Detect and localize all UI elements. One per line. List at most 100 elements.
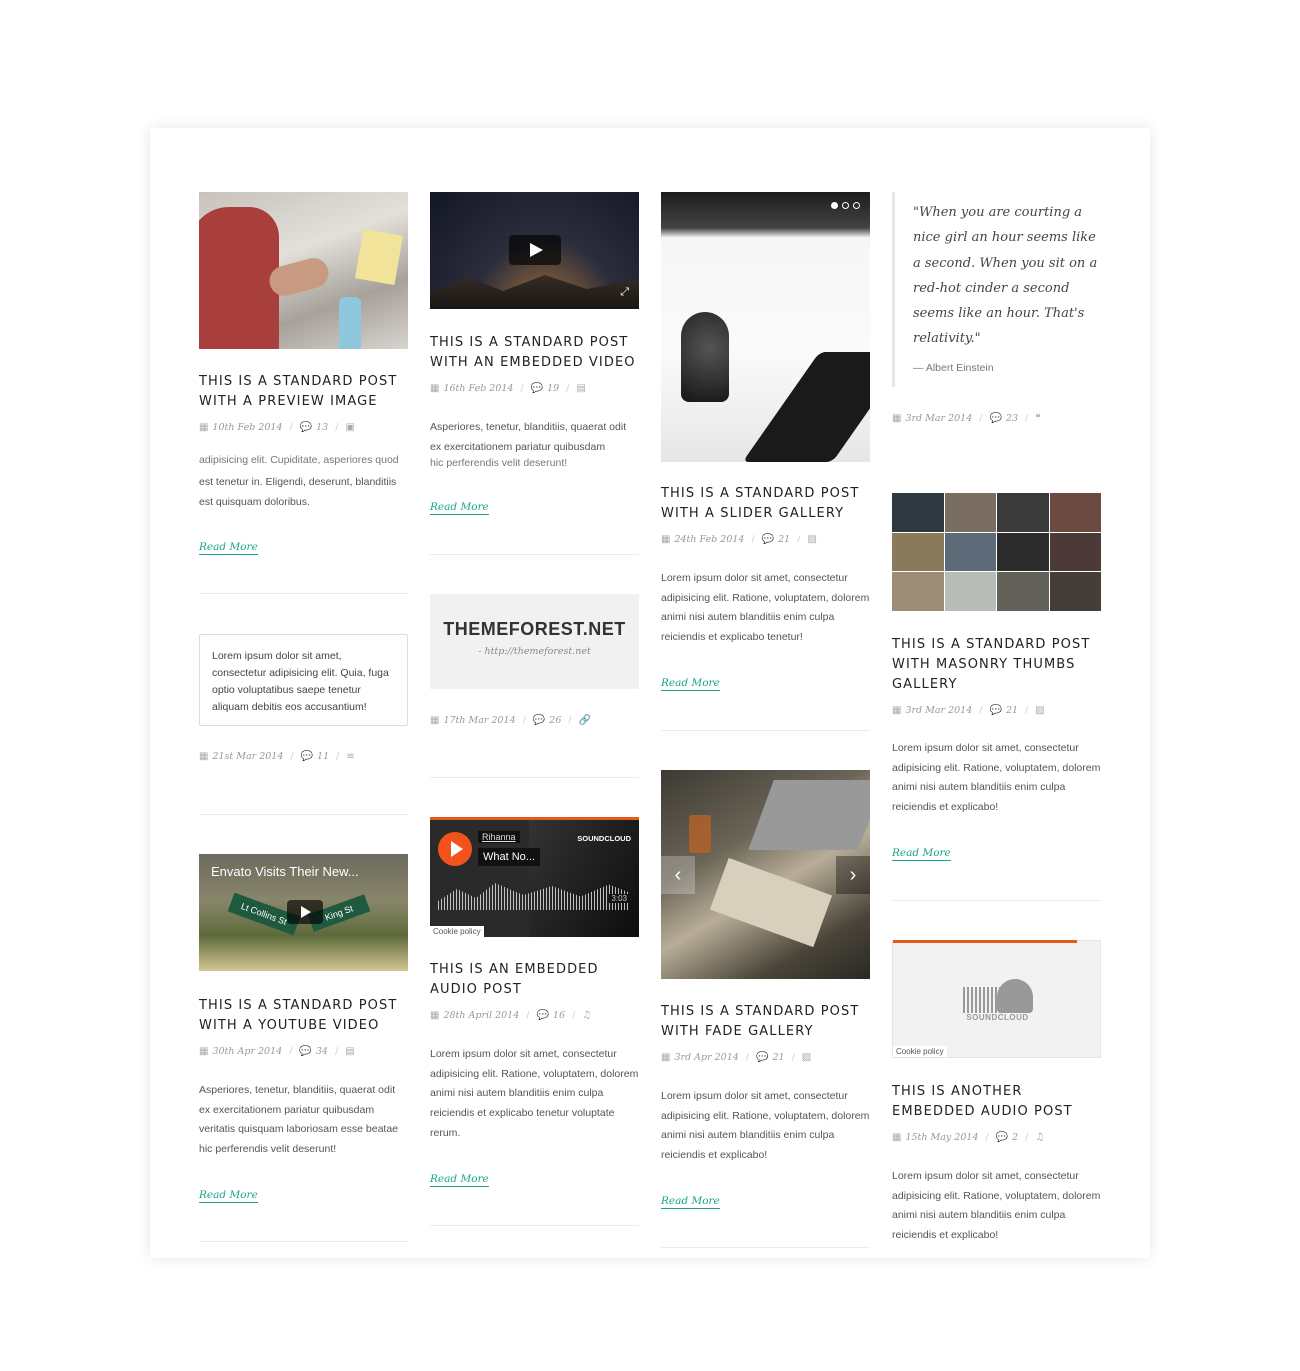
youtube-video-embed[interactable]: Lt Collins St King St Envato Visits Thei…	[199, 854, 408, 971]
post-excerpt: Lorem ipsum dolor sit amet, consectetur …	[892, 1170, 1101, 1242]
quote-author: — Albert Einstein	[913, 361, 994, 374]
play-icon[interactable]	[438, 832, 472, 866]
list-icon: ≡	[346, 750, 355, 762]
gallery-thumb[interactable]	[892, 572, 944, 611]
play-icon[interactable]	[509, 235, 561, 265]
gallery-thumb[interactable]	[997, 493, 1049, 532]
post-title[interactable]: THIS IS A STANDARD POST WITH A PREVIEW I…	[199, 372, 408, 412]
comments-icon: 💬	[756, 1051, 769, 1063]
slider-pagination[interactable]	[831, 202, 860, 209]
slider-dot[interactable]	[842, 202, 849, 209]
post-date: 15th May 2014	[905, 1131, 979, 1143]
chevron-left-icon[interactable]: ‹	[661, 856, 695, 894]
post-title[interactable]: THIS IS A STANDARD POST WITH A YOUTUBE V…	[199, 996, 408, 1036]
comments-icon: 💬	[761, 533, 775, 545]
read-more-link[interactable]: Read More	[892, 847, 951, 861]
fade-gallery[interactable]: ‹ ›	[661, 770, 870, 979]
link-title[interactable]: THEMEFOREST.NET	[430, 619, 639, 640]
post-title[interactable]: THIS IS AN EMBEDDED AUDIO POST	[430, 960, 639, 1000]
calendar-icon: ▦	[199, 750, 209, 762]
calendar-icon: ▦	[430, 1009, 440, 1021]
gallery-thumb[interactable]	[1049, 572, 1101, 611]
read-more-link[interactable]: Read More	[430, 1173, 489, 1187]
post-meta: ▦ 10th Feb 2014 / 💬 13 / ▣	[199, 421, 355, 433]
slider-gallery[interactable]	[661, 192, 870, 462]
comment-count[interactable]: 11	[317, 751, 329, 762]
quote-icon: ❝	[1035, 412, 1041, 424]
fullscreen-icon[interactable]: ⤢	[620, 286, 629, 299]
post-excerpt: Lorem ipsum dolor sit amet, consectetur …	[661, 572, 870, 644]
comment-count[interactable]: 2	[1012, 1132, 1018, 1143]
comment-count[interactable]: 23	[1006, 413, 1018, 424]
comments-icon: 💬	[995, 1131, 1009, 1143]
play-icon[interactable]	[287, 900, 323, 924]
gallery-icon: ▨	[801, 1051, 812, 1063]
slider-dot[interactable]	[831, 202, 838, 209]
post-date: 3rd Mar 2014	[905, 412, 973, 424]
read-more-link[interactable]: Read More	[661, 677, 720, 691]
calendar-icon: ▦	[892, 1131, 902, 1143]
post-date: 16th Feb 2014	[443, 382, 514, 394]
post-excerpt: Asperiores, tenetur, blanditiis, quaerat…	[430, 421, 627, 453]
comment-count[interactable]: 21	[1006, 705, 1018, 716]
gallery-thumb[interactable]	[1049, 532, 1101, 572]
post-meta: ▦ 30th Apr 2014 / 💬 34 / ▤	[199, 1045, 355, 1057]
video-format-icon: ▤	[576, 382, 586, 394]
comment-count[interactable]: 21	[772, 1052, 784, 1063]
calendar-icon: ▦	[430, 382, 440, 394]
divider	[430, 777, 639, 778]
gallery-thumb[interactable]	[997, 532, 1049, 572]
post-title[interactable]: THIS IS A STANDARD POST WITH FADE GALLER…	[661, 1002, 870, 1042]
post-excerpt-partial: hic perferendis velit deserunt!	[430, 457, 568, 469]
gallery-thumb[interactable]	[1049, 493, 1101, 532]
youtube-video-title[interactable]: Envato Visits Their New...	[211, 864, 359, 879]
soundcloud-player[interactable]: Rihanna What No... SOUNDCLOUD 3:03 Cooki…	[430, 817, 639, 937]
gallery-thumb[interactable]	[944, 572, 996, 611]
soundcloud-player[interactable]: SOUNDCLOUD Cookie policy	[892, 940, 1101, 1058]
comment-count[interactable]: 34	[316, 1046, 328, 1057]
gallery-thumb[interactable]	[944, 532, 996, 572]
read-more-link[interactable]: Read More	[199, 541, 258, 555]
link-url[interactable]: - http://themeforest.net	[430, 646, 639, 657]
link-post-box[interactable]: THEMEFOREST.NET - http://themeforest.net	[430, 594, 639, 689]
video-embed[interactable]: ⤢	[430, 192, 639, 309]
post-title[interactable]: THIS IS A STANDARD POST WITH AN EMBEDDED…	[430, 333, 639, 373]
chevron-right-icon[interactable]: ›	[836, 856, 870, 894]
post-title[interactable]: THIS IS A STANDARD POST WITH A SLIDER GA…	[661, 484, 870, 524]
post-title[interactable]: THIS IS A STANDARD POST WITH MASONRY THU…	[892, 635, 1101, 695]
comment-count[interactable]: 13	[316, 422, 328, 433]
comment-count[interactable]: 26	[549, 715, 561, 726]
read-more-link[interactable]: Read More	[430, 501, 489, 515]
comment-count[interactable]: 16	[553, 1010, 565, 1021]
comment-count[interactable]: 19	[547, 383, 559, 394]
gallery-thumb[interactable]	[944, 493, 996, 532]
cookie-policy-link[interactable]: Cookie policy	[430, 926, 484, 937]
track-artist[interactable]: Rihanna	[478, 831, 520, 843]
comment-count[interactable]: 21	[778, 534, 790, 545]
post-title[interactable]: THIS IS ANOTHER EMBEDDED AUDIO POST	[892, 1082, 1101, 1122]
post-preview-image[interactable]	[199, 192, 408, 349]
slider-dot[interactable]	[853, 202, 860, 209]
post-date: 3rd Apr 2014	[674, 1051, 739, 1063]
divider	[199, 814, 408, 815]
track-title[interactable]: What No...	[478, 848, 540, 866]
post-meta: ▦ 15th May 2014 / 💬 2 / ♫	[892, 1131, 1045, 1143]
post-meta: ▦ 16th Feb 2014 / 💬 19 / ▤	[430, 382, 586, 394]
read-more-link[interactable]: Read More	[199, 1189, 258, 1203]
divider	[430, 554, 639, 555]
blog-masonry-card: THIS IS A STANDARD POST WITH A PREVIEW I…	[150, 128, 1150, 1258]
gallery-thumb[interactable]	[997, 572, 1049, 611]
video-format-icon: ▤	[345, 1045, 355, 1057]
image-format-icon: ▣	[345, 421, 355, 433]
gallery-thumb[interactable]	[892, 532, 944, 572]
gallery-thumb[interactable]	[892, 493, 944, 532]
link-icon: 🔗	[578, 714, 592, 726]
cookie-policy-link[interactable]: Cookie policy	[893, 1046, 947, 1057]
post-excerpt: Lorem ipsum dolor sit amet, consectetur …	[892, 742, 1101, 814]
read-more-link[interactable]: Read More	[661, 1195, 720, 1209]
comments-icon: 💬	[299, 1045, 312, 1057]
post-excerpt: Lorem ipsum dolor sit amet, consectetur …	[430, 1048, 639, 1139]
calendar-icon: ▦	[199, 421, 209, 433]
music-icon: ♫	[1035, 1131, 1045, 1143]
masonry-thumbs-gallery[interactable]	[892, 493, 1101, 611]
